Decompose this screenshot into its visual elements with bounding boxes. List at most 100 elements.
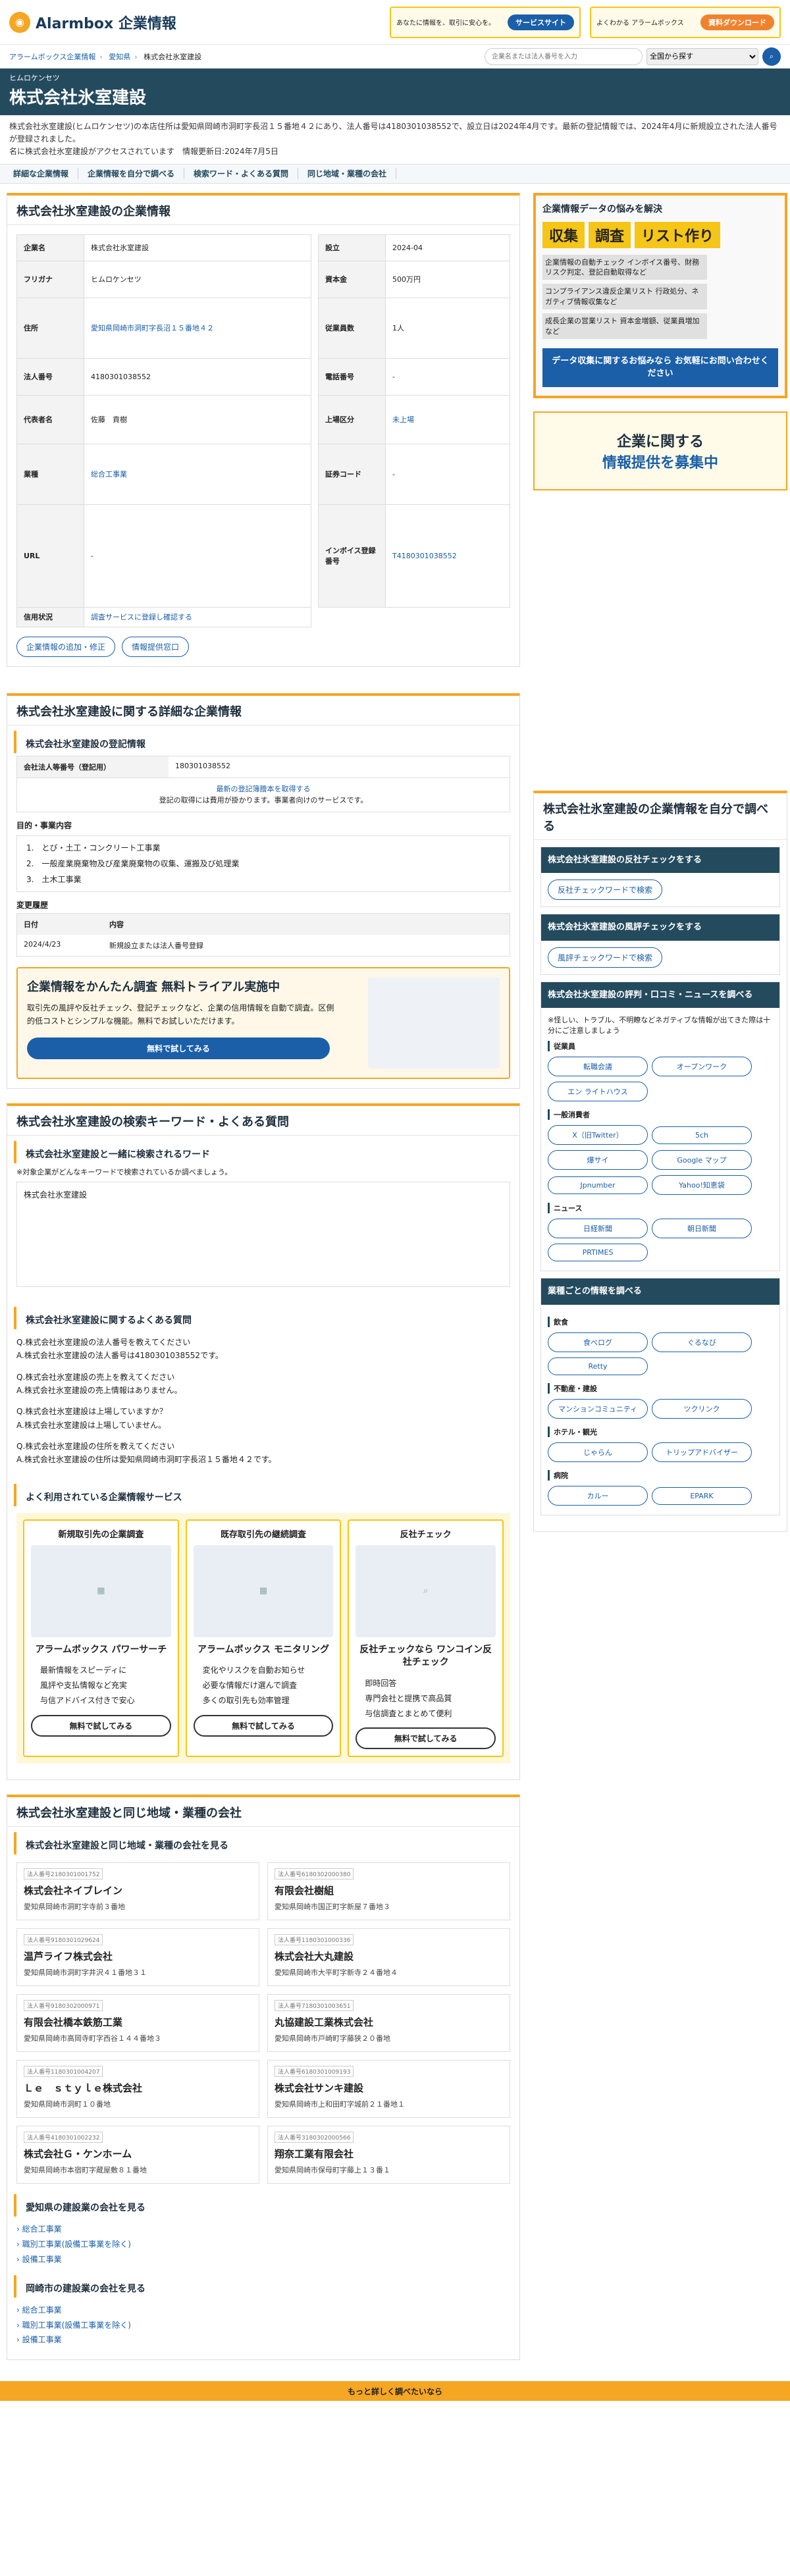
- industry-site-button[interactable]: ぐるなび: [652, 1332, 752, 1352]
- company-info-card: 株式会社氷室建設の企業情報 企業名 株式会社氷室建設 フリガナ ヒムロケンセツ 住所…: [7, 192, 520, 667]
- antisocial-search-button[interactable]: 反社チェックワードで検索: [548, 880, 663, 901]
- trial-promo: 企業情報をかんたん調査 無料トライアル実施中 取引先の風評や反社チェック、登記チ…: [16, 966, 510, 1079]
- credit-check-link[interactable]: 調査サービスに登録し確認する: [91, 613, 192, 621]
- city-link[interactable]: 総合工事業: [16, 2305, 62, 2315]
- breadcrumb-prefecture[interactable]: 愛知県: [109, 53, 130, 61]
- industry-site-button[interactable]: 食べログ: [548, 1332, 648, 1352]
- company-card[interactable]: 法人番号4180301002232 株式会社Ｇ・ケンホーム 愛知県岡崎市本宿町字蔵屋…: [16, 2126, 259, 2184]
- anchor-same-area[interactable]: 同じ地域・業種の会社: [298, 168, 397, 180]
- info-recruit-banner[interactable]: 企業に関する 情報提供を募集中: [533, 411, 787, 490]
- keyword-item[interactable]: 株式会社氷室建設: [24, 1190, 87, 1199]
- company-card[interactable]: 法人番号2180301001752 株式会社ネイブレイン 愛知県岡崎市洞町字寺前３番…: [16, 1862, 259, 1921]
- reputation-check-box: 株式会社氷室建設の風評チェックをする 風評チェックワードで検索: [540, 914, 780, 975]
- anchor-nav: 詳細な企業情報 企業情報を自分で調べる 検索ワード・よくある質問 同じ地域・業種…: [0, 163, 790, 184]
- anchor-keywords[interactable]: 検索ワード・よくある質問: [184, 168, 299, 180]
- city-link[interactable]: 設備工事業: [16, 2335, 62, 2344]
- industry-site-button[interactable]: トリップアドバイザー: [652, 1442, 752, 1462]
- address-map-link[interactable]: 愛知県岡崎市洞町字長沼１５番地４２: [91, 324, 214, 332]
- breadcrumb-current: 株式会社氷室建設: [144, 53, 202, 61]
- pref-link[interactable]: 設備工事業: [16, 2255, 62, 2264]
- industry-box: 業種ごとの情報を調べる 飲食 食べログ ぐるなびRetty 不動産・建設 マンショ…: [540, 1278, 780, 1515]
- service-site-banner[interactable]: あなたに情報を、取引に安心を。 サービスサイト: [390, 6, 581, 38]
- service-power-search: 新規取引先の企業調査 ▦ アラームボックス パワーサーチ 最新情報をスピーディに風…: [23, 1519, 179, 1758]
- city-link[interactable]: 職別工事業(設備工事業を除く): [16, 2321, 131, 2330]
- listing-link[interactable]: 未上場: [392, 415, 414, 424]
- company-card[interactable]: 法人番号6180302000380 有限会社樹組 愛知県岡崎市国正町字新屋７番地３: [267, 1862, 510, 1921]
- review-site-button[interactable]: Google マップ: [652, 1150, 752, 1170]
- company-grid: 法人番号2180301001752 株式会社ネイブレイン 愛知県岡崎市洞町字寺前３番…: [7, 1857, 519, 2189]
- company-card[interactable]: 法人番号1180301004207 Ｌｅ ｓｔｙｌｅ株式会社 愛知県岡崎市洞町１０番…: [16, 2060, 259, 2118]
- data-solution-ad[interactable]: 企業情報データの悩みを解決 収集 調査 リスト作り 企業情報の自動チェック インボイ…: [533, 192, 787, 398]
- industry-link[interactable]: 総合工事業: [91, 470, 127, 479]
- industry-site-button[interactable]: カルー: [548, 1485, 648, 1506]
- review-site-button[interactable]: 転職会議: [548, 1057, 648, 1077]
- contact-cta[interactable]: データ収集に関するお悩みなら お気軽にお問い合わせください: [542, 348, 778, 387]
- pref-link[interactable]: 職別工事業(設備工事業を除く): [16, 2240, 131, 2249]
- info-table-left: 企業名 株式会社氷室建設 フリガナ ヒムロケンセツ 住所 愛知県岡崎市洞町字長沼１５番…: [16, 234, 311, 627]
- try-power-search-button[interactable]: 無料で試してみる: [31, 1714, 171, 1737]
- company-card[interactable]: 法人番号1180301000336 株式会社大丸建設 愛知県岡崎市大平町字新寺２４番…: [267, 1928, 510, 1987]
- industry-site-button[interactable]: Retty: [548, 1357, 648, 1375]
- footer-cta[interactable]: もっと詳しく調べたいなら: [0, 2381, 790, 2402]
- company-card[interactable]: 法人番号3180302000566 翔奈工業有限会社 愛知県岡崎市保母町字藤上１３番…: [267, 2126, 510, 2184]
- breadcrumb-home[interactable]: アラームボックス企業情報: [9, 53, 95, 61]
- magnifier-illustration: ⌕: [356, 1544, 496, 1637]
- breadcrumb: アラームボックス企業情報 › 愛知県 › 株式会社氷室建設: [9, 53, 202, 61]
- review-site-button[interactable]: X（旧Twitter）: [548, 1125, 648, 1145]
- keyword-box: 株式会社氷室建設: [16, 1181, 510, 1287]
- search-icon: ⌕: [769, 52, 774, 61]
- get-registry-link[interactable]: 最新の登記簿謄本を取得する: [217, 785, 311, 793]
- company-card[interactable]: 法人番号6180301009193 株式会社サンキ建設 愛知県岡崎市上和田町字城前２…: [267, 2060, 510, 2118]
- change-history-table: 日付 内容 2024/4/23 新規設立または法人番号登録: [16, 912, 510, 957]
- anchor-self-research[interactable]: 企業情報を自分で調べる: [78, 168, 185, 180]
- search-button[interactable]: ⌕: [762, 47, 781, 66]
- dashboard-illustration: ▦: [31, 1544, 171, 1637]
- faq-list: Q.株式会社氷室建設の法人番号を教えてください A.株式会社氷室建設の法人番号は4…: [16, 1337, 276, 1465]
- edit-info-button[interactable]: 企業情報の追加・修正: [16, 636, 116, 657]
- review-site-button[interactable]: エン ライトハウス: [548, 1082, 648, 1102]
- same-area-card: 株式会社氷室建設と同じ地域・業種の会社 株式会社氷室建設と同じ地域・業種の会社を…: [7, 1795, 520, 2361]
- review-site-button[interactable]: 5ch: [652, 1126, 752, 1145]
- company-card[interactable]: 法人番号7180301003651 丸協建設工業株式会社 愛知県岡崎市戸崎町字藤狭２…: [267, 1994, 510, 2053]
- company-card[interactable]: 法人番号9180302000971 有限会社橋本鉄筋工業 愛知県岡崎市高岡寺町字西谷…: [16, 1994, 259, 2053]
- list-item: 2. 一般産業廃棄物及び産業廃棄物の収集、運搬及び処理業: [26, 859, 240, 869]
- pref-link[interactable]: 総合工事業: [16, 2224, 62, 2234]
- download-banner[interactable]: よくわかる アラームボックス 資料ダウンロード: [590, 6, 781, 38]
- city-links: 総合工事業 職別工事業(設備工事業を除く) 設備工事業: [7, 2300, 519, 2350]
- review-site-button[interactable]: Yahoo!知恵袋: [652, 1175, 752, 1196]
- industry-site-button[interactable]: じゃらん: [548, 1442, 648, 1462]
- news-site-button[interactable]: 朝日新聞: [652, 1219, 752, 1239]
- reputation-search-button[interactable]: 風評チェックワードで検索: [548, 947, 663, 968]
- industry-site-button[interactable]: EPARK: [652, 1486, 752, 1505]
- info-contact-button[interactable]: 情報提供窓口: [122, 636, 190, 657]
- service-monitoring: 既存取引先の継続調査 ▦ アラームボックス モニタリング 変化やリスクを自動お知ら…: [185, 1519, 342, 1758]
- news-site-button[interactable]: 日経新聞: [548, 1219, 648, 1239]
- try-antisocial-button[interactable]: 無料で試してみる: [356, 1727, 496, 1750]
- review-site-button[interactable]: Jpnumber: [548, 1176, 648, 1195]
- company-card[interactable]: 法人番号9180301029624 温芦ライフ株式会社 愛知県岡崎市洞町字井沢４１番…: [16, 1928, 259, 1987]
- free-trial-button[interactable]: 無料で試してみる: [27, 1037, 330, 1059]
- page-title: 株式会社氷室建設: [9, 88, 147, 108]
- invoice-link[interactable]: T4180301038552: [392, 552, 457, 560]
- review-site-button[interactable]: オープンワーク: [652, 1057, 752, 1077]
- review-site-button[interactable]: 爆サイ: [548, 1150, 648, 1170]
- news-site-button[interactable]: PRTIMES: [548, 1244, 648, 1262]
- alarm-bell-icon: ◉: [9, 11, 30, 33]
- service-antisocial-check: 反社チェック ⌕ 反社チェックなら ワンコイン反社チェック 即時回答 専門会社と提携…: [348, 1519, 504, 1758]
- search-input[interactable]: [485, 48, 643, 65]
- industry-site-button[interactable]: マンションコミュニティ: [548, 1398, 648, 1419]
- info-table-right: 設立 2024-04 資本金 500万円 従業員数 1人 電話番号 - 上場区分 未上場 …: [318, 234, 510, 608]
- region-select[interactable]: 全国から探す: [646, 48, 758, 65]
- service-list: 新規取引先の企業調査 ▦ アラームボックス パワーサーチ 最新情報をスピーディに風…: [16, 1512, 510, 1764]
- try-monitoring-button[interactable]: 無料で試してみる: [193, 1714, 334, 1737]
- site-header: ◉ Alarmbox 企業情報 あなたに情報を、取引に安心を。 サービスサイト よく…: [0, 0, 790, 45]
- company-title-bar: ヒムロケンセツ 株式会社氷室建設: [0, 68, 790, 115]
- table-row: 2024/4/23 新規設立または法人番号登録: [24, 939, 203, 950]
- antisocial-check-box: 株式会社氷室建設の反社チェックをする 反社チェックワードで検索: [540, 846, 780, 908]
- keyword-card: 株式会社氷室建設の検索キーワード・よくある質問 株式会社氷室建設と一緒に検索され…: [7, 1103, 520, 1781]
- list-item: 1. とび・土工・コンクリート工事業: [26, 843, 161, 853]
- anchor-detail[interactable]: 詳細な企業情報: [4, 168, 79, 180]
- purpose-list: 1. とび・土工・コンクリート工事業 2. 一般産業廃棄物及び産業廃棄物の収集、…: [16, 835, 510, 893]
- industry-site-button[interactable]: ツクリンク: [652, 1398, 752, 1419]
- site-logo[interactable]: ◉ Alarmbox 企業情報: [9, 11, 176, 33]
